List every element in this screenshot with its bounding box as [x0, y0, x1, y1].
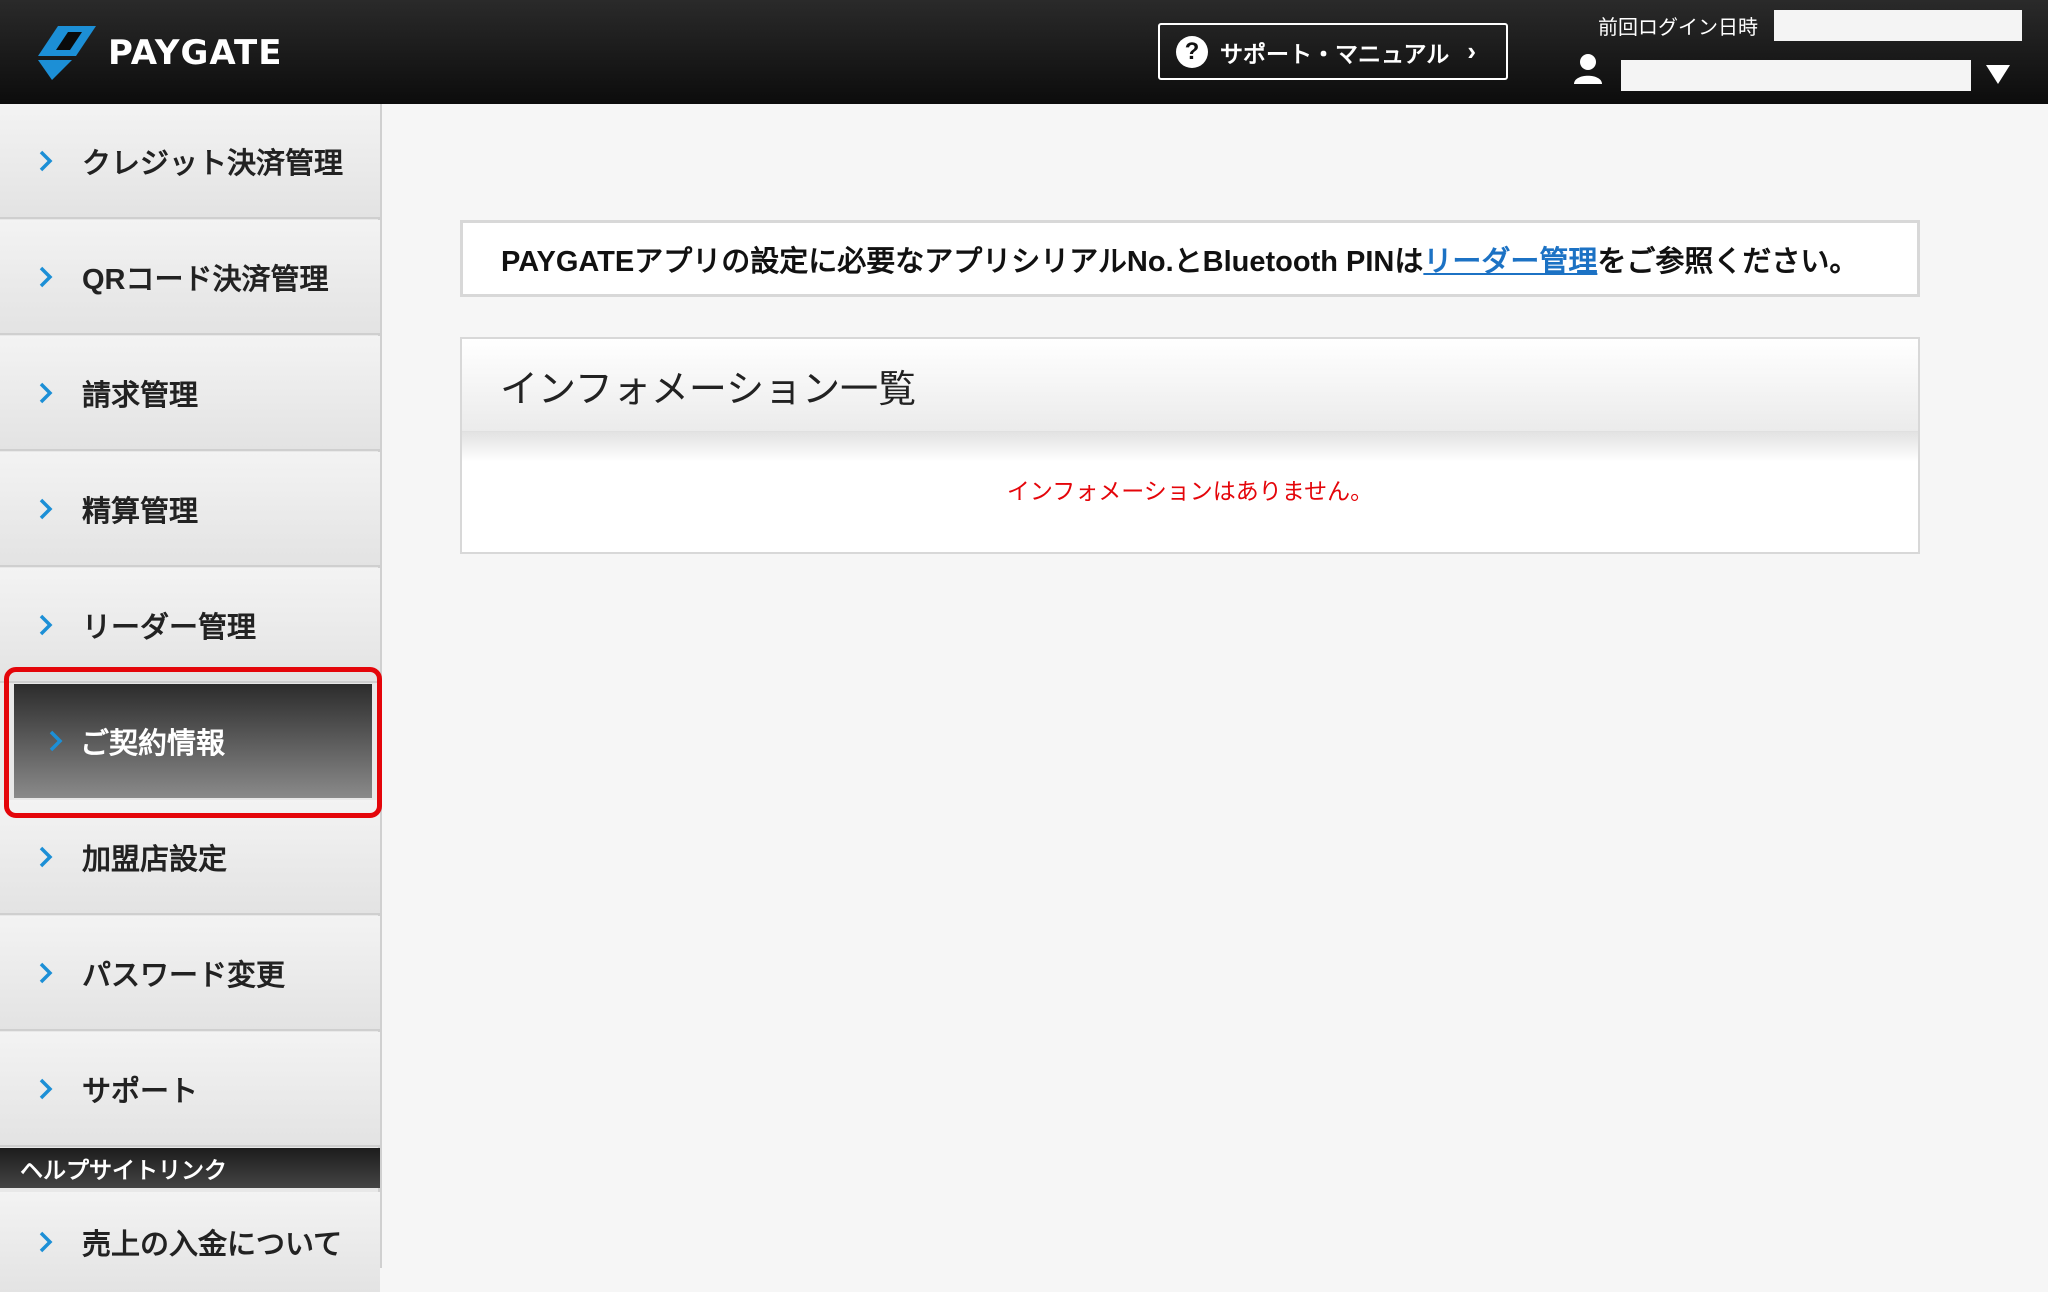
sidebar-item-label: 加盟店設定 [82, 843, 228, 876]
sidebar-item-label: 売上の入金について [82, 1229, 343, 1261]
sidebar-item-label: 精算管理 [82, 495, 199, 528]
sidebar-item-password-change[interactable]: パスワード変更 [0, 916, 380, 1031]
information-list-title: インフォメーション一覧 [462, 339, 1918, 432]
paygate-logo[interactable]: PAYGATE [38, 26, 282, 80]
sidebar-item-credit-payment[interactable]: クレジット決済管理 [0, 104, 380, 219]
sidebar-item-settlement[interactable]: 精算管理 [0, 452, 380, 567]
last-login-value [1774, 10, 2022, 41]
chevron-right-icon [36, 846, 56, 867]
sidebar: クレジット決済管理 QRコード決済管理 請求管理 精算管理 リーダー管理 ご契約… [0, 104, 382, 1292]
last-login-label: 前回ログイン日時 [1598, 17, 1758, 39]
sidebar-item-label: パスワード変更 [82, 959, 286, 992]
logo-text: PAYGATE [108, 33, 283, 73]
information-empty-message: インフォメーションはありません。 [462, 432, 1918, 552]
user-name-field [1621, 60, 1971, 91]
information-panel: インフォメーション一覧 インフォメーションはありません。 [460, 337, 1920, 554]
sidebar-item-merchant-settings[interactable]: 加盟店設定 [0, 800, 380, 915]
sidebar-item-contract-info[interactable]: ご契約情報 [14, 684, 372, 798]
notice-text-suffix: をご参照ください。 [1597, 245, 1859, 278]
chevron-right-icon [36, 1078, 56, 1099]
support-manual-button[interactable]: ? サポート・マニュアル › [1158, 23, 1508, 80]
support-manual-label: サポート・マニュアル [1220, 40, 1450, 67]
sidebar-item-label: ご契約情報 [80, 728, 226, 760]
chevron-right-icon [36, 498, 56, 519]
chevron-right-icon [36, 266, 56, 287]
sidebar-item-label: QRコード決済管理 [82, 263, 329, 296]
sidebar-item-qr-payment[interactable]: QRコード決済管理 [0, 220, 380, 335]
chevron-right-icon [36, 382, 56, 403]
chevron-right-icon [36, 614, 56, 635]
top-header: PAYGATE ? サポート・マニュアル › 前回ログイン日時 [0, 0, 2048, 104]
sidebar-item-label: 請求管理 [82, 379, 199, 412]
notice-text-prefix: PAYGATEアプリの設定に必要なアプリシリアルNo.とBluetooth PI… [501, 245, 1424, 278]
reader-management-link[interactable]: リーダー管理 [1423, 238, 1597, 280]
reader-setting-notice: PAYGATEアプリの設定に必要なアプリシリアルNo.とBluetooth PI… [460, 220, 1920, 297]
chevron-right-icon [36, 150, 56, 171]
sidebar-item-sales-deposit[interactable]: 売上の入金について [0, 1192, 380, 1292]
sidebar-item-support[interactable]: サポート [0, 1032, 380, 1147]
chevron-right-icon [46, 730, 66, 752]
sidebar-item-label: クレジット決済管理 [82, 147, 344, 180]
logo-mark-icon [38, 26, 96, 80]
question-circle-icon: ? [1176, 35, 1208, 68]
user-icon [1574, 54, 1602, 84]
triangle-down-icon[interactable] [1984, 62, 2012, 86]
sidebar-item-reader[interactable]: リーダー管理 [0, 568, 380, 683]
chevron-right-icon [36, 962, 56, 983]
sidebar-item-label: リーダー管理 [82, 611, 257, 644]
chevron-right-icon: › [1467, 36, 1476, 66]
chevron-right-icon [36, 1231, 56, 1253]
help-site-links-header: ヘルプサイトリンク [0, 1148, 380, 1188]
sidebar-item-billing[interactable]: 請求管理 [0, 336, 380, 451]
sidebar-item-label: サポート [82, 1075, 199, 1108]
